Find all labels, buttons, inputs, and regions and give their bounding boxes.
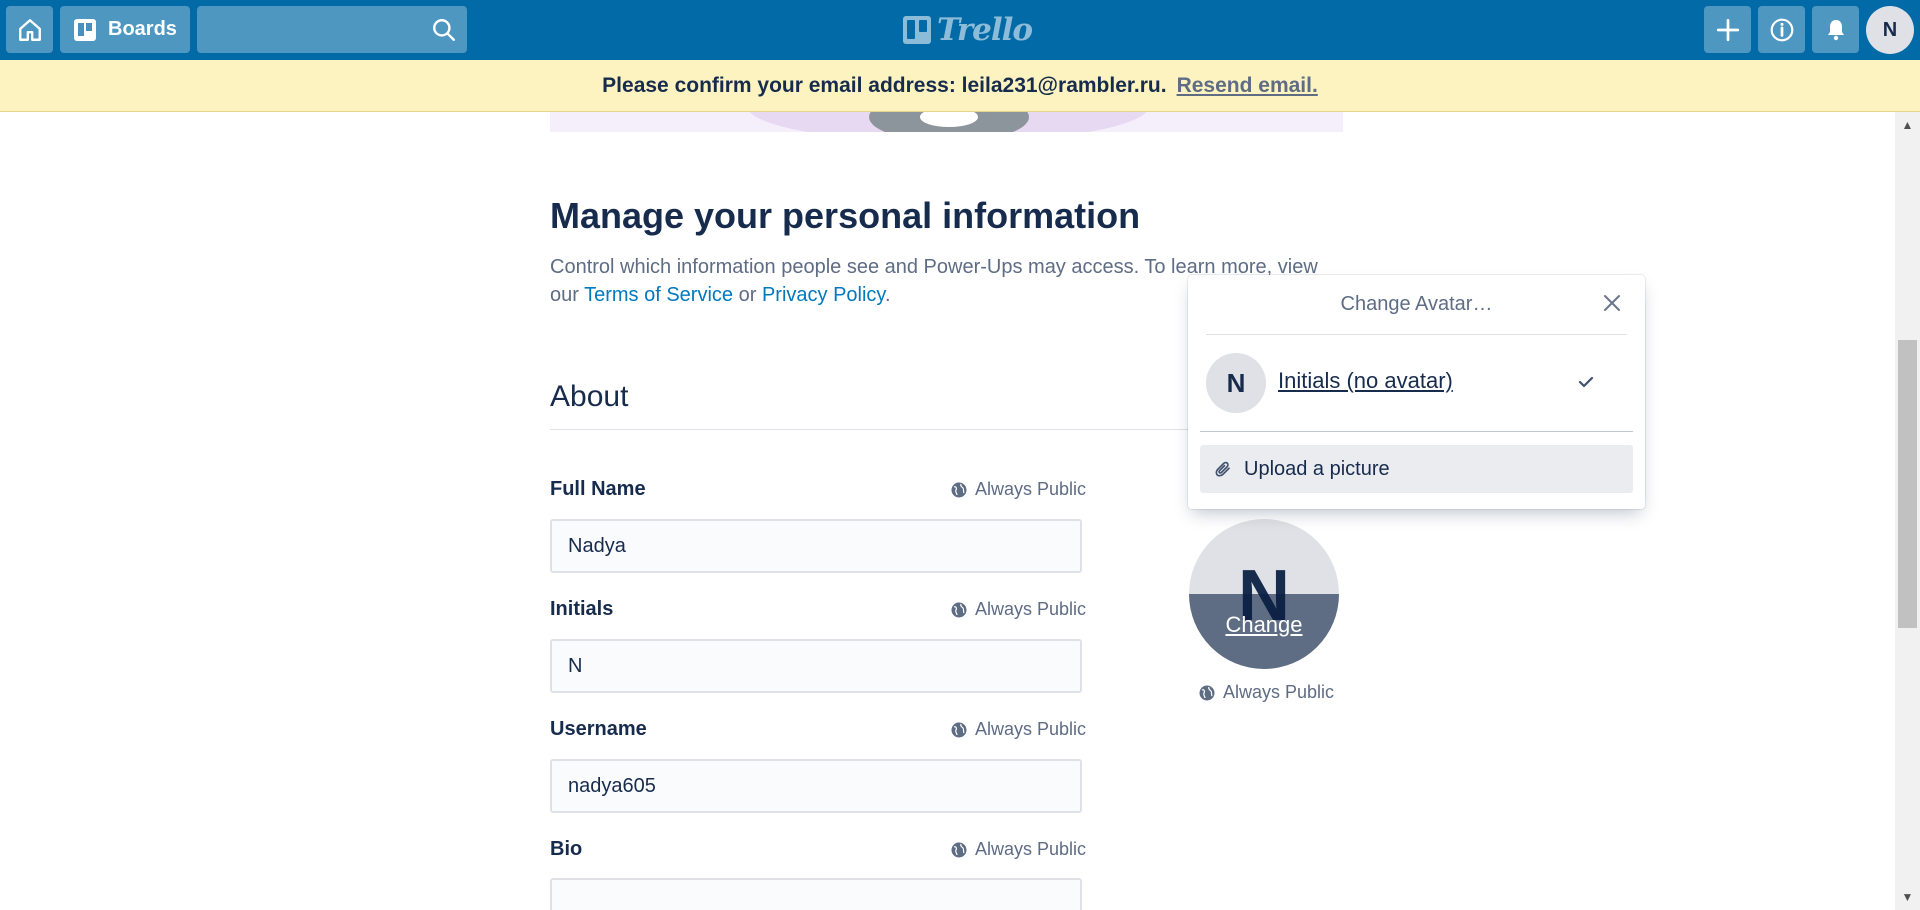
scroll-down-arrow[interactable]: ▼: [1895, 884, 1920, 910]
popover-divider: [1206, 334, 1627, 335]
visibility-label: Always Public: [975, 719, 1087, 739]
plus-icon: [1716, 18, 1739, 41]
terms-of-service-link[interactable]: Terms of Service: [584, 284, 733, 306]
globe-icon: [951, 842, 967, 857]
full-name-visibility[interactable]: Always Public: [951, 479, 1086, 500]
create-button[interactable]: [1704, 6, 1751, 53]
desc-end-text: .: [884, 284, 891, 306]
top-header: Boards Trello N: [0, 0, 1920, 60]
desc-or-text: or: [733, 284, 762, 306]
notifications-button[interactable]: [1812, 6, 1859, 53]
check-icon: [1578, 376, 1594, 388]
username-visibility[interactable]: Always Public: [951, 719, 1086, 740]
bell-icon: [1827, 19, 1844, 40]
initials-label: Initials: [550, 598, 614, 620]
scroll-up-arrow[interactable]: ▲: [1895, 112, 1920, 138]
globe-icon: [951, 602, 967, 617]
visibility-label: Always Public: [975, 839, 1087, 859]
logo-text: Trello: [937, 12, 1033, 48]
username-input[interactable]: [550, 759, 1082, 813]
member-avatar-button[interactable]: N: [1866, 6, 1914, 54]
info-icon: [1770, 18, 1793, 41]
boards-button[interactable]: Boards: [60, 6, 190, 53]
username-label: Username: [550, 718, 647, 740]
close-popover-button[interactable]: [1599, 290, 1625, 316]
avatar-visibility[interactable]: Always Public: [1199, 682, 1334, 703]
upload-picture-label: Upload a picture: [1244, 457, 1390, 480]
search-icon[interactable]: [431, 17, 457, 43]
about-section-title: About: [550, 380, 629, 413]
globe-icon: [951, 722, 967, 737]
info-button[interactable]: [1758, 6, 1805, 53]
profile-avatar[interactable]: N Change: [1189, 519, 1339, 669]
globe-icon: [1199, 685, 1215, 700]
privacy-policy-link[interactable]: Privacy Policy: [762, 284, 885, 306]
upload-picture-button[interactable]: Upload a picture: [1200, 445, 1633, 493]
initials-avatar-preview: N: [1206, 353, 1266, 413]
change-avatar-popover: Change Avatar… N Initials (no avatar) Up…: [1188, 275, 1645, 509]
profile-hero-illustration: [550, 112, 1343, 132]
home-button[interactable]: [6, 6, 53, 53]
search-input[interactable]: [197, 6, 417, 53]
visibility-label: Always Public: [975, 599, 1087, 619]
page-title: Manage your personal information: [550, 195, 1141, 236]
initials-visibility[interactable]: Always Public: [951, 599, 1086, 620]
email-confirm-banner: Please confirm your email address: leila…: [0, 60, 1920, 112]
page-scrollbar[interactable]: ▲ ▼: [1895, 112, 1920, 910]
initials-option-label[interactable]: Initials (no avatar): [1278, 368, 1453, 394]
search-box[interactable]: [197, 6, 467, 53]
paperclip-icon: [1215, 461, 1230, 477]
resend-email-link[interactable]: Resend email.: [1177, 74, 1318, 98]
bio-visibility[interactable]: Always Public: [951, 839, 1086, 860]
full-name-label: Full Name: [550, 478, 646, 500]
scrollbar-thumb[interactable]: [1898, 340, 1917, 628]
boards-icon: [74, 18, 96, 41]
change-avatar-link[interactable]: Change: [1189, 612, 1339, 638]
visibility-label: Always Public: [1223, 682, 1335, 702]
trello-logo-icon: [903, 16, 931, 44]
banner-message: Please confirm your email address: leila…: [602, 73, 1167, 97]
popover-title: Change Avatar…: [1340, 293, 1493, 315]
bio-input[interactable]: [550, 878, 1082, 910]
globe-icon: [951, 482, 967, 497]
home-icon: [18, 18, 41, 41]
boards-label: Boards: [108, 18, 177, 40]
initials-avatar-option[interactable]: N Initials (no avatar): [1206, 350, 1627, 414]
trello-logo[interactable]: Trello: [903, 12, 1033, 48]
full-name-input[interactable]: [550, 519, 1082, 573]
initials-input[interactable]: [550, 639, 1082, 693]
close-icon: [1604, 295, 1620, 311]
popover-divider: [1200, 431, 1633, 432]
visibility-label: Always Public: [975, 479, 1087, 499]
bio-label: Bio: [550, 838, 583, 860]
